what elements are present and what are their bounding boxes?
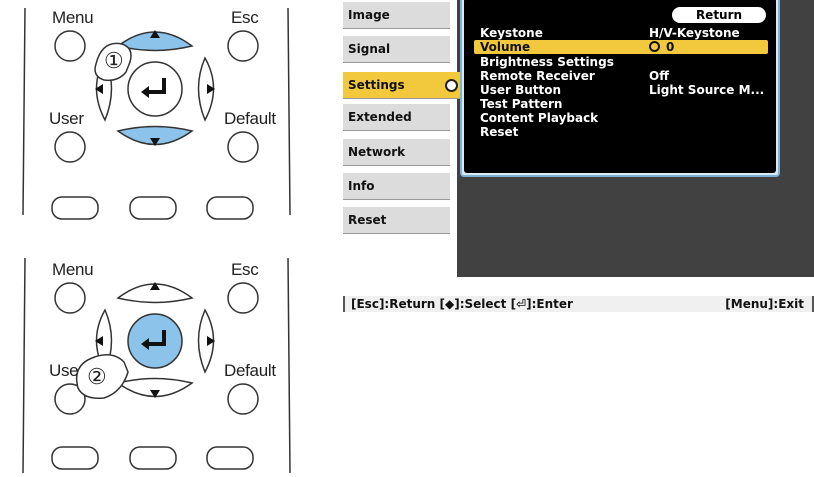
row-label: Brightness Settings — [480, 55, 614, 69]
bottom-button-1[interactable] — [51, 196, 99, 220]
menu-label: Menu — [52, 8, 94, 27]
user-label: Use — [49, 361, 79, 380]
row-value: Light Source M... — [649, 83, 765, 97]
menu-button[interactable] — [54, 282, 86, 314]
esc-label: Esc — [231, 8, 259, 27]
default-button[interactable] — [227, 383, 259, 415]
menu-help-bar: [Esc]:Return [◆]:Select [⏎]:Enter [Menu]… — [343, 296, 814, 312]
help-bar-exit-text: [Menu]:Exit — [725, 297, 804, 311]
sidebar-item-label: Info — [348, 179, 375, 193]
row-value-wrap: 0 — [649, 40, 674, 54]
submenu-inner: Return Keystone H/V-Keystone Volume 0 Br… — [464, 0, 776, 173]
enter-button[interactable] — [127, 61, 183, 117]
menu-row-brightness-settings[interactable]: Brightness Settings — [474, 55, 768, 69]
esc-button[interactable] — [227, 282, 259, 314]
step-number: ② — [87, 364, 107, 389]
user-label: User — [49, 109, 84, 128]
row-value: 0 — [666, 40, 675, 54]
row-label: Reset — [480, 125, 519, 139]
bottom-button-3[interactable] — [206, 196, 254, 220]
row-label: Keystone — [480, 26, 543, 40]
row-value: Off — [649, 69, 669, 83]
sidebar-item-signal[interactable]: Signal — [343, 36, 450, 63]
return-button[interactable]: Return — [672, 7, 766, 23]
sidebar-item-network[interactable]: Network — [343, 139, 450, 166]
sidebar-item-info[interactable]: Info — [343, 173, 450, 200]
bottom-button-2[interactable] — [129, 446, 177, 470]
enter-button-highlighted[interactable] — [127, 313, 183, 369]
settings-submenu: Return Keystone H/V-Keystone Volume 0 Br… — [460, 0, 780, 177]
bottom-button-2[interactable] — [129, 196, 177, 220]
sidebar-item-label: Network — [348, 145, 406, 159]
menu-row-content-playback[interactable]: Content Playback — [474, 111, 768, 125]
esc-label: Esc — [231, 260, 259, 279]
row-label: Volume — [480, 40, 531, 54]
row-label: User Button — [480, 83, 562, 97]
sidebar-item-label: Settings — [348, 78, 405, 92]
sidebar-item-settings[interactable]: Settings — [343, 72, 465, 99]
row-label: Test Pattern — [480, 97, 563, 111]
menu-row-reset[interactable]: Reset — [474, 125, 768, 139]
remote-diagram-top: Menu Esc User Default ① — [0, 0, 300, 225]
menu-row-user-button[interactable]: User Button Light Source M... — [474, 83, 768, 97]
default-button[interactable] — [227, 131, 259, 163]
menu-label: Menu — [52, 260, 94, 279]
sidebar-item-label: Reset — [348, 213, 387, 227]
bottom-button-3[interactable] — [206, 446, 254, 470]
bottom-button-1[interactable] — [51, 446, 99, 470]
step-number: ① — [104, 48, 124, 73]
menu-row-remote-receiver[interactable]: Remote Receiver Off — [474, 69, 768, 83]
sidebar-item-label: Signal — [348, 42, 391, 56]
default-label: Default — [224, 109, 276, 128]
user-button[interactable] — [54, 131, 86, 163]
sidebar-item-extended[interactable]: Extended — [343, 104, 450, 131]
menu-button[interactable] — [54, 30, 86, 62]
sidebar-item-reset[interactable]: Reset — [343, 207, 450, 234]
sidebar-item-label: Extended — [348, 110, 412, 124]
remote-diagram-bottom: Menu Esc Use Default ② — [0, 252, 300, 477]
projector-menu: Image Signal Settings Extended Network I… — [343, 0, 814, 312]
row-label: Remote Receiver — [480, 69, 595, 83]
menu-row-keystone[interactable]: Keystone H/V-Keystone — [474, 26, 768, 40]
row-value: H/V-Keystone — [649, 26, 740, 40]
row-label: Content Playback — [480, 111, 599, 125]
sidebar-item-label: Image — [348, 8, 390, 22]
help-bar-navigation-text: [Esc]:Return [◆]:Select [⏎]:Enter — [351, 297, 573, 311]
menu-row-volume[interactable]: Volume 0 — [474, 40, 768, 54]
menu-row-test-pattern[interactable]: Test Pattern — [474, 97, 768, 111]
enter-icon — [649, 41, 660, 52]
esc-button[interactable] — [227, 30, 259, 62]
sidebar-item-image[interactable]: Image — [343, 2, 450, 29]
enter-icon — [445, 79, 458, 92]
default-label: Default — [224, 361, 276, 380]
